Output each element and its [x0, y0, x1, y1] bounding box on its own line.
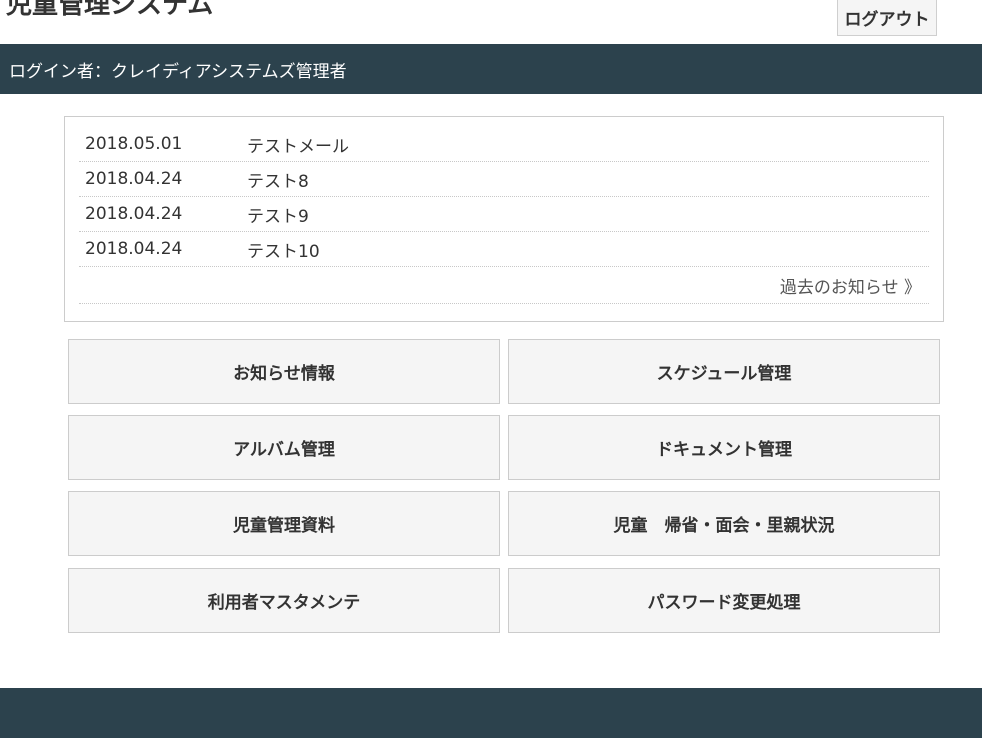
news-item[interactable]: 2018.05.01 テストメール [79, 127, 929, 162]
child-materials-button[interactable]: 児童管理資料 [68, 491, 500, 556]
top-header: 児童管理システム ログアウト [0, 0, 982, 44]
news-item[interactable]: 2018.04.24 テスト9 [79, 197, 929, 232]
user-master-button[interactable]: 利用者マスタメンテ [68, 568, 500, 633]
news-date: 2018.04.24 [85, 204, 183, 224]
news-list: 2018.05.01 テストメール 2018.04.24 テスト8 2018.0… [79, 127, 929, 304]
page: 児童管理システム ログアウト ログイン者：クレイディアシステムズ管理者 2018… [0, 0, 982, 738]
logout-button[interactable]: ログアウト [837, 0, 937, 36]
news-subject: テスト9 [247, 206, 309, 227]
past-notices-link[interactable]: 過去のお知らせ 》 [780, 273, 921, 298]
password-change-button[interactable]: パスワード変更処理 [508, 568, 940, 633]
news-subject: テスト10 [247, 241, 320, 262]
schedule-management-button[interactable]: スケジュール管理 [508, 339, 940, 404]
news-box: 2018.05.01 テストメール 2018.04.24 テスト8 2018.0… [64, 116, 944, 322]
footer [0, 688, 982, 738]
news-date: 2018.04.24 [85, 239, 183, 259]
child-status-button[interactable]: 児童 帰省・面会・里親状況 [508, 491, 940, 556]
page-title: 児童管理システム [6, 0, 214, 20]
news-past-row: 過去のお知らせ 》 [79, 267, 929, 304]
album-management-button[interactable]: アルバム管理 [68, 415, 500, 480]
notice-info-button[interactable]: お知らせ情報 [68, 339, 500, 404]
login-bar: ログイン者：クレイディアシステムズ管理者 [0, 44, 982, 94]
news-date: 2018.05.01 [85, 134, 183, 154]
news-subject: テストメール [247, 136, 349, 157]
news-item[interactable]: 2018.04.24 テスト10 [79, 232, 929, 267]
news-subject: テスト8 [247, 171, 309, 192]
login-user-label: ログイン者：クレイディアシステムズ管理者 [9, 61, 347, 82]
document-management-button[interactable]: ドキュメント管理 [508, 415, 940, 480]
news-item[interactable]: 2018.04.24 テスト8 [79, 162, 929, 197]
news-date: 2018.04.24 [85, 169, 183, 189]
